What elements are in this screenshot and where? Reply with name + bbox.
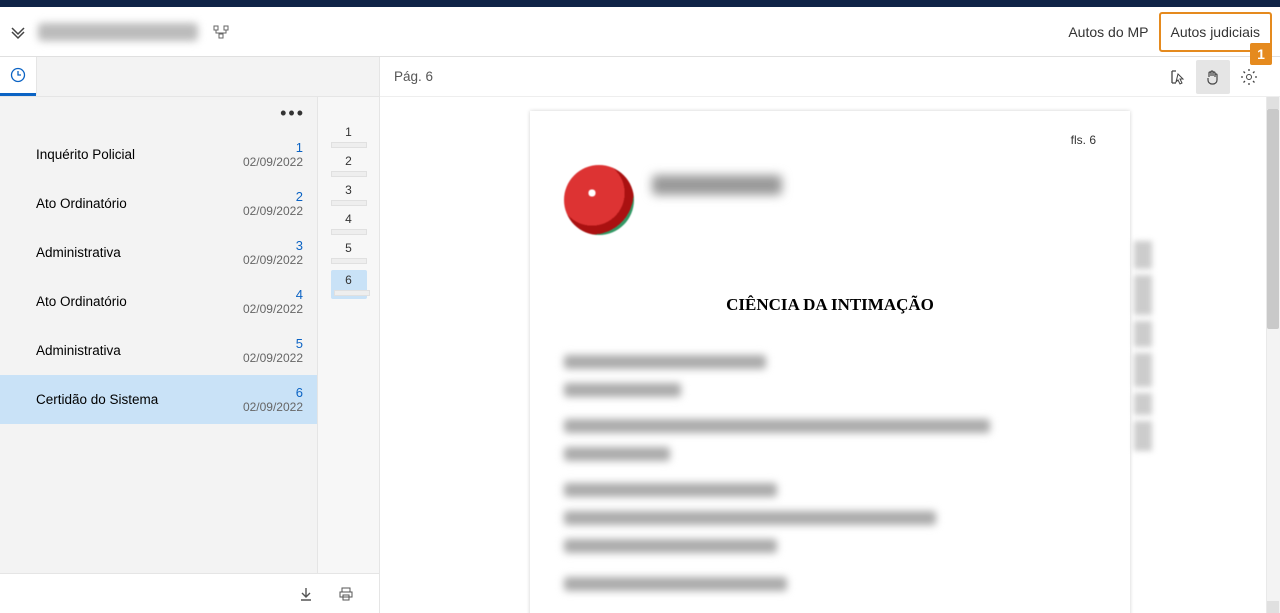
doc-item-title: Ato Ordinatório	[36, 196, 127, 211]
viewer-canvas[interactable]: fls. 6 CIÊNCIA DA INTIMAÇÃO	[380, 97, 1280, 613]
tab-autos-judiciais-label: Autos judiciais	[1171, 24, 1261, 40]
collapse-toggle[interactable]	[8, 22, 28, 42]
redacted-line	[564, 511, 936, 525]
doc-item-title: Administrativa	[36, 343, 121, 358]
redacted-line	[564, 447, 670, 461]
page-indicator: Pág. 6	[394, 69, 433, 84]
left-footer	[0, 573, 379, 613]
redacted-line	[564, 539, 777, 553]
tab-autos-mp[interactable]: Autos do MP	[1058, 7, 1158, 56]
doc-item[interactable]: Ato Ordinatório 4 02/09/2022	[0, 277, 317, 326]
document-page: fls. 6 CIÊNCIA DA INTIMAÇÃO	[530, 111, 1130, 613]
doc-item[interactable]: Administrativa 5 02/09/2022	[0, 326, 317, 375]
page-thumb[interactable]: 4	[331, 212, 367, 235]
doc-item-date: 02/09/2022	[243, 351, 303, 365]
settings-gear-icon[interactable]	[1232, 60, 1266, 94]
viewer-toolbar: Pág. 6	[380, 57, 1280, 97]
doc-item[interactable]: Ato Ordinatório 2 02/09/2022	[0, 179, 317, 228]
doc-item-title: Inquérito Policial	[36, 147, 135, 162]
doc-item-page: 4	[243, 287, 303, 302]
doc-item-page: 3	[243, 238, 303, 253]
doc-item-date: 02/09/2022	[243, 155, 303, 169]
page-thumb[interactable]: 3	[331, 183, 367, 206]
scroll-thumb[interactable]	[1267, 109, 1279, 329]
doc-item-page: 6	[243, 385, 303, 400]
doc-item-page: 2	[243, 189, 303, 204]
doc-item-page: 1	[243, 140, 303, 155]
doc-item[interactable]: Certidão do Sistema 6 02/09/2022	[0, 375, 317, 424]
document-viewer: Pág. 6 fls. 6 CIÊNCIA DA INTIMAÇÃO	[380, 57, 1280, 613]
autos-tabs: Autos do MP Autos judiciais 1	[1058, 7, 1272, 56]
page-thumb[interactable]: 1	[331, 125, 367, 148]
window-top-strip	[0, 0, 1280, 7]
left-tabstrip	[0, 57, 379, 97]
download-icon[interactable]	[297, 585, 315, 603]
print-icon[interactable]	[337, 585, 355, 603]
doc-item-date: 02/09/2022	[243, 253, 303, 267]
callout-badge: 1	[1250, 43, 1272, 65]
document-list: ••• Inquérito Policial 1 02/09/2022 Ato …	[0, 97, 317, 573]
page-thumbnail-strip: 1 2 3 4 5 6	[317, 97, 379, 573]
redacted-line	[564, 483, 777, 497]
doc-item-title: Administrativa	[36, 245, 121, 260]
document-title: CIÊNCIA DA INTIMAÇÃO	[564, 295, 1096, 315]
doc-item-date: 02/09/2022	[243, 400, 303, 414]
page-thumb[interactable]: 6	[331, 270, 367, 299]
folio-label: fls. 6	[1071, 133, 1096, 147]
left-tab-spacer	[36, 57, 379, 96]
page-thumb[interactable]: 5	[331, 241, 367, 264]
page-side-marks	[1134, 241, 1152, 451]
doc-item-date: 02/09/2022	[243, 302, 303, 316]
hand-pan-tool[interactable]	[1196, 60, 1230, 94]
history-tab[interactable]	[0, 57, 36, 96]
state-crest-icon	[564, 165, 634, 235]
case-title-redacted	[38, 23, 198, 41]
redacted-line	[564, 577, 787, 591]
doc-item-title: Ato Ordinatório	[36, 294, 127, 309]
doc-item-page: 5	[243, 336, 303, 351]
doc-item[interactable]: Inquérito Policial 1 02/09/2022	[0, 130, 317, 179]
doc-item[interactable]: Administrativa 3 02/09/2022	[0, 228, 317, 277]
doc-item-date: 02/09/2022	[243, 204, 303, 218]
redacted-line	[564, 419, 990, 433]
viewer-scrollbar[interactable]	[1266, 97, 1280, 613]
more-menu[interactable]: •••	[0, 97, 317, 130]
redacted-line	[564, 355, 766, 369]
scroll-down-icon[interactable]	[1267, 601, 1279, 613]
scroll-up-icon[interactable]	[1267, 97, 1279, 109]
page-thumb[interactable]: 2	[331, 154, 367, 177]
process-tree-icon[interactable]	[212, 23, 230, 41]
case-header: Autos do MP Autos judiciais 1	[0, 7, 1280, 57]
doc-item-title: Certidão do Sistema	[36, 392, 158, 407]
tab-autos-judiciais[interactable]: Autos judiciais 1	[1159, 12, 1273, 52]
text-select-tool[interactable]	[1160, 60, 1194, 94]
left-panel: ••• Inquérito Policial 1 02/09/2022 Ato …	[0, 57, 380, 613]
redacted-line	[564, 383, 681, 397]
letterhead-redacted	[652, 175, 782, 195]
